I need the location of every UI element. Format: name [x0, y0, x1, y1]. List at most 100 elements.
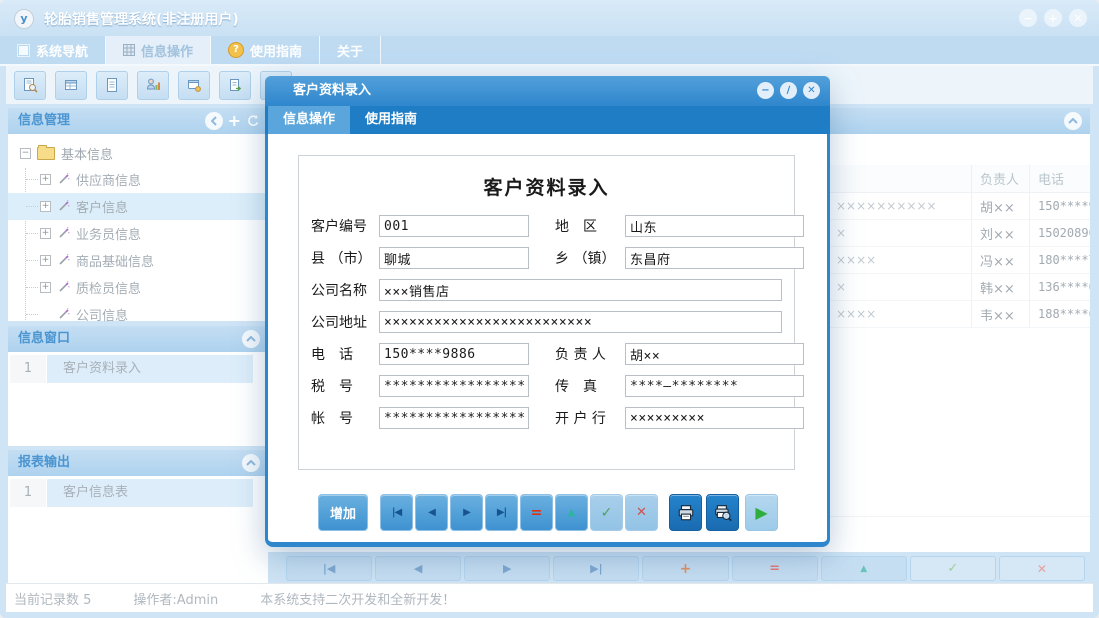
- company-address-field[interactable]: [379, 311, 782, 333]
- company-name-field[interactable]: [379, 279, 782, 301]
- tree-root-basic-info[interactable]: − 基本信息: [8, 140, 268, 166]
- cell-address: ×: [826, 226, 971, 240]
- cell-address: ×: [826, 280, 971, 294]
- expand-node-icon[interactable]: +: [40, 228, 51, 239]
- tab-system-nav[interactable]: 系统导航: [0, 36, 106, 64]
- tab-about[interactable]: 关于: [320, 36, 381, 64]
- table-row[interactable]: ×××××××××× 胡×× 150****9886: [826, 193, 1090, 220]
- region-field[interactable]: [625, 215, 804, 237]
- expand-node-icon[interactable]: +: [40, 255, 51, 266]
- cell-phone: 136****06: [1029, 274, 1090, 300]
- table-row[interactable]: ×××× 冯×× 180****78: [826, 247, 1090, 274]
- nav-insert-button[interactable]: +: [642, 556, 728, 581]
- cancel-record-button[interactable]: ✕: [625, 494, 658, 531]
- edit-icon: ▲: [568, 507, 576, 518]
- dialog-title-bar[interactable]: 客户资料录入 − ∕ ✕: [265, 76, 830, 106]
- bank-field[interactable]: [625, 407, 804, 429]
- cell-phone: 150****9886: [1029, 193, 1090, 219]
- collapse-up-icon[interactable]: [242, 454, 260, 472]
- run-button[interactable]: ▶: [745, 494, 778, 531]
- add-icon[interactable]: +: [228, 112, 241, 130]
- tab-user-guide[interactable]: ? 使用指南: [211, 36, 320, 64]
- dialog-restore-icon[interactable]: ∕: [780, 82, 797, 99]
- dialog-tab-user-guide[interactable]: 使用指南: [350, 106, 432, 134]
- expand-node-icon[interactable]: +: [40, 174, 51, 185]
- nav-post-button[interactable]: ✓: [910, 556, 996, 581]
- tree-item-customer[interactable]: + 客户信息: [8, 193, 268, 220]
- collapse-left-icon[interactable]: [205, 112, 223, 130]
- tree-item-product-base[interactable]: + 商品基础信息: [8, 247, 268, 274]
- print-preview-button[interactable]: [706, 494, 739, 531]
- export-page-icon: [227, 77, 243, 93]
- tree-item-company[interactable]: 公司信息: [8, 301, 268, 328]
- post-record-button[interactable]: ✓: [590, 494, 623, 531]
- form-title: 客户资料录入: [299, 173, 794, 200]
- tax-id-field[interactable]: [379, 375, 529, 397]
- tab-label: 使用指南: [250, 41, 302, 60]
- collapse-up-icon[interactable]: [1064, 112, 1082, 130]
- table-row[interactable]: × 刘×× 15020896: [826, 220, 1090, 247]
- nav-last-button[interactable]: ▶|: [553, 556, 639, 581]
- tab-info-operation[interactable]: 信息操作: [106, 36, 211, 64]
- customer-id-field[interactable]: [379, 215, 529, 237]
- col-phone-header[interactable]: 电话: [1029, 165, 1090, 192]
- nav-delete-button[interactable]: =: [732, 556, 818, 581]
- dialog-body: 客户资料录入 客户编号 地 区 县 （市） 乡 （镇）: [265, 134, 830, 547]
- datagrid-button[interactable]: [55, 71, 87, 100]
- col-manager-header[interactable]: 负责人: [971, 165, 1029, 192]
- field-label: 传 真: [555, 376, 625, 396]
- edit-record-button[interactable]: ▲: [555, 494, 588, 531]
- nav-prior-button[interactable]: ◀: [375, 556, 461, 581]
- field-label: 开 户 行: [555, 408, 625, 428]
- preview-button[interactable]: [14, 71, 46, 100]
- last-record-button[interactable]: ▶|: [485, 494, 518, 531]
- phone-field[interactable]: [379, 343, 529, 365]
- expand-node-icon[interactable]: +: [40, 201, 51, 212]
- table-header-row: 负责人 电话: [826, 165, 1090, 193]
- manager-field[interactable]: [625, 343, 804, 365]
- refresh-icon[interactable]: [246, 114, 260, 128]
- town-field[interactable]: [625, 247, 804, 269]
- expand-node-icon[interactable]: +: [40, 282, 51, 293]
- collapse-up-icon[interactable]: [242, 330, 260, 348]
- first-icon: |◀: [323, 562, 335, 575]
- dialog-minimize-icon[interactable]: −: [757, 82, 774, 99]
- delete-record-button[interactable]: =: [520, 494, 553, 531]
- next-record-button[interactable]: ▶: [450, 494, 483, 531]
- tree-item-salesman[interactable]: + 业务员信息: [8, 220, 268, 247]
- minimize-icon[interactable]: −: [1019, 9, 1037, 27]
- fax-field[interactable]: [625, 375, 804, 397]
- table-row[interactable]: ×××× 韦×× 188****68: [826, 301, 1090, 328]
- nav-cancel-button[interactable]: ✕: [999, 556, 1085, 581]
- tree-item-label: 质检员信息: [76, 278, 141, 297]
- dialog-tab-info-operation[interactable]: 信息操作: [268, 106, 350, 134]
- nav-edit-button[interactable]: ▲: [821, 556, 907, 581]
- cell-manager: 韩××: [971, 274, 1029, 300]
- user-report-button[interactable]: [137, 71, 169, 100]
- first-icon: |◀: [392, 507, 401, 518]
- collapse-node-icon[interactable]: −: [20, 148, 31, 159]
- add-button[interactable]: 增加: [318, 494, 368, 531]
- tree-item-supplier[interactable]: + 供应商信息: [8, 166, 268, 193]
- tree-item-inspector[interactable]: + 质检员信息: [8, 274, 268, 301]
- print-button[interactable]: [669, 494, 702, 531]
- nav-next-button[interactable]: ▶: [464, 556, 550, 581]
- report-list-item[interactable]: 1 客户信息表: [8, 479, 268, 507]
- dialog-tab-bar: 信息操作 使用指南: [265, 106, 830, 134]
- table-row[interactable]: × 韩×× 136****06: [826, 274, 1090, 301]
- info-manage-panel-body: − 基本信息 + 供应商信息 + 客户信息: [8, 134, 268, 321]
- window-button[interactable]: [178, 71, 210, 100]
- account-field[interactable]: [379, 407, 529, 429]
- first-record-button[interactable]: |◀: [380, 494, 413, 531]
- dialog-close-icon[interactable]: ✕: [803, 82, 820, 99]
- nav-first-button[interactable]: |◀: [286, 556, 372, 581]
- export-button[interactable]: [219, 71, 251, 100]
- maximize-icon[interactable]: +: [1044, 9, 1062, 27]
- wand-icon: [57, 281, 70, 294]
- window-list-item[interactable]: 1 客户资料录入: [8, 355, 268, 383]
- document-button[interactable]: [96, 71, 128, 100]
- county-field[interactable]: [379, 247, 529, 269]
- prior-record-button[interactable]: ◀: [415, 494, 448, 531]
- cancel-icon: ✕: [1037, 562, 1047, 576]
- close-icon[interactable]: ✕: [1069, 9, 1087, 27]
